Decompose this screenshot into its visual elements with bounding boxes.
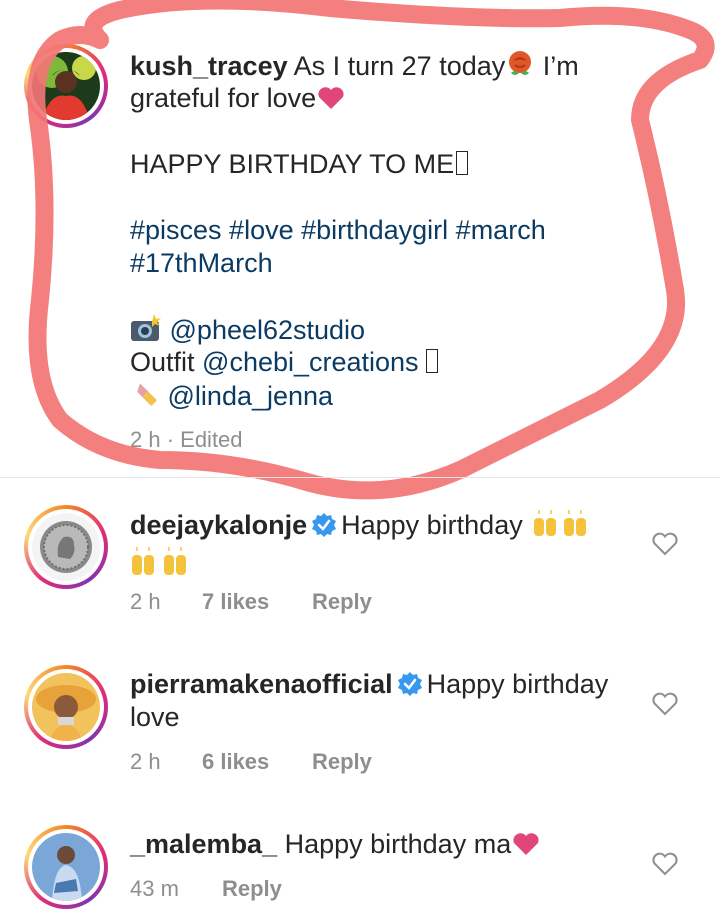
comment-text-line-2: love bbox=[130, 702, 180, 732]
comment-username[interactable]: deejaykalonje bbox=[130, 510, 307, 540]
comment-text: deejaykalonje Happy birthday bbox=[130, 508, 596, 546]
coin-avatar-icon bbox=[32, 513, 100, 581]
verified-badge-icon bbox=[311, 512, 337, 538]
like-heart-icon[interactable] bbox=[651, 531, 679, 557]
like-heart-icon[interactable] bbox=[651, 691, 679, 717]
heart-emoji-icon bbox=[511, 831, 541, 865]
comment-username[interactable]: pierramakenaofficial bbox=[130, 669, 393, 699]
raised-hands-icon bbox=[130, 545, 200, 582]
comment-time: 2 h bbox=[130, 749, 161, 774]
comment-time: 2 h bbox=[130, 589, 161, 614]
like-heart-icon[interactable] bbox=[651, 851, 679, 877]
annotation-outline bbox=[27, 0, 715, 500]
commenter-avatar[interactable] bbox=[24, 825, 108, 909]
verified-badge-icon bbox=[397, 671, 423, 697]
comment-text: _malemba_ Happy birthday ma bbox=[130, 828, 541, 865]
hat-avatar-icon bbox=[32, 673, 100, 741]
comment-text: pierramakenaofficial Happy birthday bbox=[130, 669, 609, 699]
comment-likes[interactable]: 7 likes bbox=[202, 589, 269, 615]
raised-hands-icon bbox=[530, 508, 596, 546]
comment-username[interactable]: _malemba_ bbox=[130, 829, 277, 859]
reply-button[interactable]: Reply bbox=[222, 876, 282, 902]
portrait-avatar-icon bbox=[32, 833, 100, 901]
commenter-avatar[interactable] bbox=[24, 505, 108, 589]
comment-time: 43 m bbox=[130, 876, 179, 901]
commenter-avatar[interactable] bbox=[24, 665, 108, 749]
comment-likes[interactable]: 6 likes bbox=[202, 749, 269, 775]
caption-divider bbox=[0, 477, 720, 478]
reply-button[interactable]: Reply bbox=[312, 749, 372, 775]
reply-button[interactable]: Reply bbox=[312, 589, 372, 615]
